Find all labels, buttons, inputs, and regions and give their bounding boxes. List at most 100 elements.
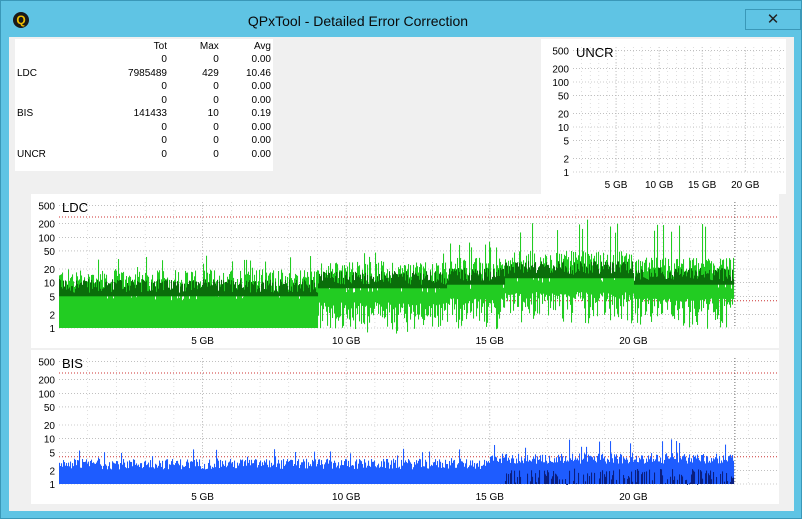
series-bar [382,467,384,484]
series-bar-dark [569,273,571,279]
series-bar [363,467,365,484]
series-bar-dark [717,272,719,285]
series-bar [494,444,496,484]
series-bar-dark [690,277,692,285]
series-bar-dark [690,482,692,484]
series-bar-dark [214,281,216,297]
series-bar-dark [552,272,554,279]
series-bar [404,462,406,484]
series-bar [436,465,438,484]
series-bar-dark [545,474,547,484]
title-bar[interactable]: Q QPxTool - Detailed Error Correction ✕ [1,1,801,37]
series-bar [70,461,72,484]
series-bar-dark [283,283,285,297]
series-bar [431,464,433,484]
series-bar [95,293,97,328]
series-bar-dark [652,276,654,285]
series-bar-dark [662,475,664,484]
series-bar [543,462,545,484]
series-bar [200,466,202,484]
series-bar [516,458,518,484]
series-bar-dark [422,279,424,289]
series-bar-dark [406,271,408,289]
series-bar-dark [600,471,602,484]
series-bar-dark [716,270,718,285]
series-bar-dark [229,279,231,297]
series-bar [616,454,618,484]
series-bar-dark [196,281,198,297]
series-bar [524,458,526,484]
series-bar-dark [536,272,538,279]
series-bar-dark [453,271,455,285]
series-bar [310,464,312,484]
series-bar [359,459,361,484]
stats-row-max: 0 [213,121,219,133]
series-bar-dark [587,267,589,279]
series-bar-dark [385,275,387,289]
series-bar-dark [547,264,549,279]
series-bar [695,455,697,484]
series-bar-dark [571,273,573,279]
series-bar-dark [250,292,252,297]
series-bar-dark [623,474,625,484]
series-bar-dark [314,282,316,297]
series-bar [536,463,538,484]
series-bar [322,464,324,484]
series-bar-dark [300,288,302,297]
series-bar [430,466,432,484]
series-bar-dark [616,479,618,484]
series-bar-dark [286,283,288,297]
series-bar-dark [369,284,371,289]
series-bar [369,465,371,484]
series-bar [233,466,235,484]
series-bar [216,449,218,484]
series-bar-dark [206,282,208,297]
series-bar [69,466,71,484]
series-bar-dark [285,280,287,297]
close-button[interactable]: ✕ [745,9,801,30]
series-bar-dark [323,271,325,289]
series-bar [84,462,86,484]
series-bar-dark [156,291,158,297]
series-bar-dark [419,279,421,289]
y-tick-label: 500 [38,202,55,213]
series-bar [483,464,485,484]
stats-header-tot: Tot [153,40,167,52]
series-bar [303,459,305,484]
series-bar-dark [542,264,544,279]
series-bar [269,460,271,484]
series-bar-dark [265,279,267,297]
series-bar-dark [380,279,382,289]
series-bar-dark [554,266,556,279]
series-bar [426,461,428,484]
series-bar [343,288,345,326]
series-bar [726,258,728,328]
series-bar [694,265,696,309]
series-bar [281,269,283,328]
series-bar-dark [152,290,154,297]
series-bar [571,459,573,484]
series-bar-dark [531,470,533,484]
series-bar-dark [445,284,447,289]
series-bar [620,453,622,484]
series-bar-dark [293,283,295,297]
series-bar-dark [641,474,643,484]
series-bar [258,465,260,484]
series-bar [432,264,434,327]
series-bar [563,462,565,484]
series-bar [497,265,499,329]
series-bar [314,451,316,484]
series-bar [210,269,212,328]
series-bar [439,459,441,484]
series-bar [663,225,665,301]
series-bar [109,462,111,484]
series-bar-dark [60,280,62,297]
series-bar [369,256,371,323]
y-tick-label: 50 [558,92,570,103]
series-bar [254,460,256,484]
series-bar [227,465,229,484]
series-bar-dark [154,281,156,297]
series-bar [421,264,423,317]
series-bar-dark [728,270,730,285]
series-bar-dark [330,278,332,289]
